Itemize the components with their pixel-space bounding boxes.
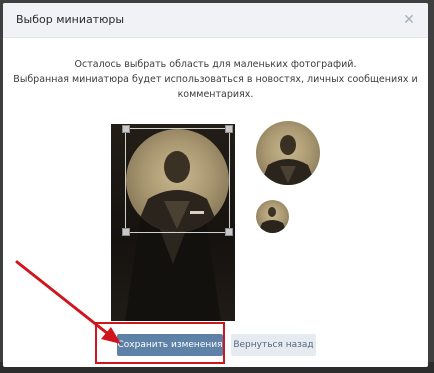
instructions-text: Осталось выбрать область для маленьких ф… <box>13 57 418 102</box>
crop-handle-top-right[interactable] <box>225 125 233 133</box>
instructions-line-3: комментариях. <box>177 89 254 100</box>
preview-small-figure <box>258 207 287 233</box>
close-icon[interactable]: ✕ <box>400 11 418 29</box>
annotation-highlight-box <box>95 322 225 364</box>
go-back-button[interactable]: Вернуться назад <box>231 334 316 356</box>
crop-handle-bottom-right[interactable] <box>225 228 233 236</box>
dialog-header: Выбор миниатюры ✕ <box>3 3 428 38</box>
thumbnail-preview-small <box>256 200 289 233</box>
crop-handle-bottom-left[interactable] <box>122 228 130 236</box>
crop-figure <box>134 151 221 232</box>
thumbnail-preview-large <box>256 121 320 185</box>
crop-handle-top-left[interactable] <box>122 125 130 133</box>
instructions-line-2: Выбранная миниатюра будет использоваться… <box>13 74 418 85</box>
instructions-line-1: Осталось выбрать область для маленьких ф… <box>74 59 357 70</box>
dialog-title: Выбор миниатюры <box>16 13 125 26</box>
crop-circle <box>126 129 229 232</box>
crop-selection[interactable] <box>122 125 233 236</box>
preview-large-figure <box>260 135 316 185</box>
